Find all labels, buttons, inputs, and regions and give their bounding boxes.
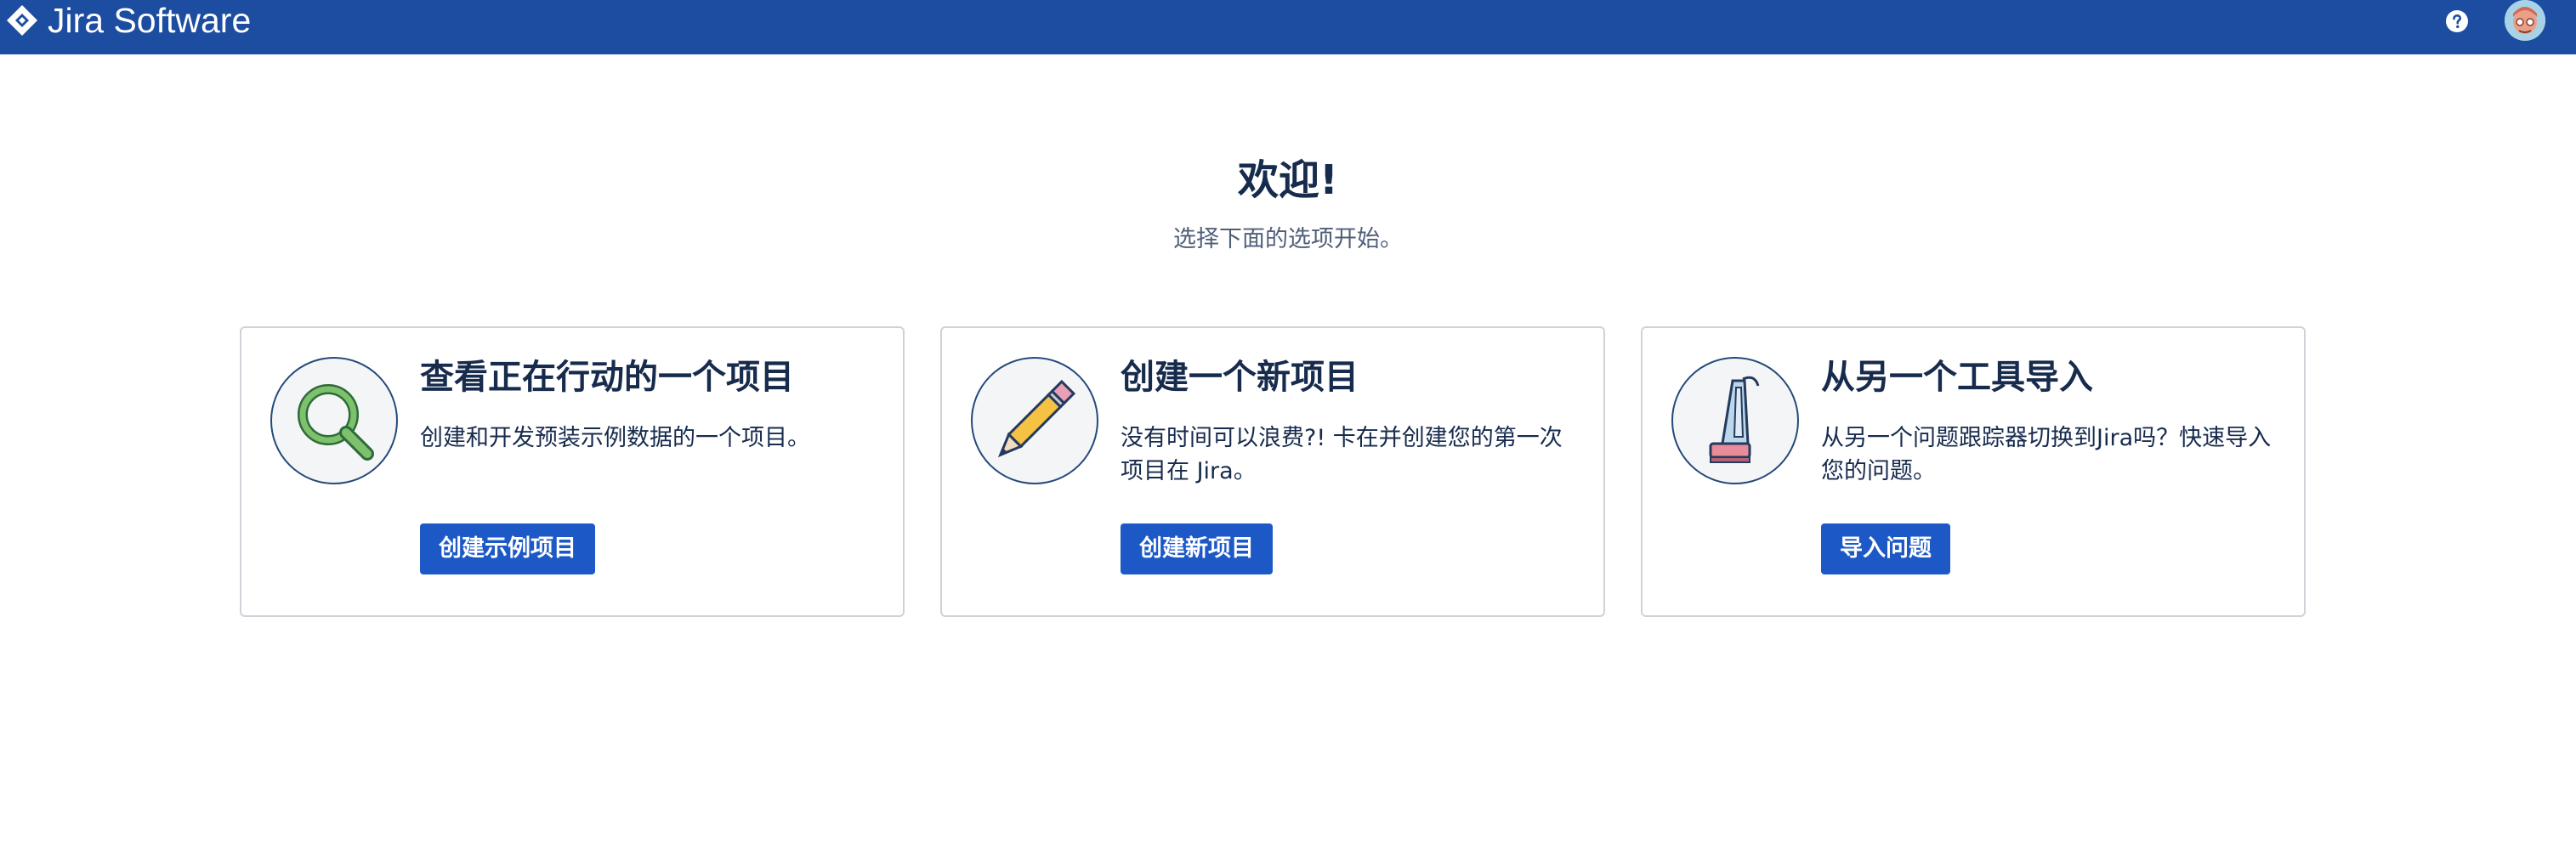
magnifier-icon [298,384,374,461]
vacuum-icon [1709,376,1760,463]
card-icon-wrapper [971,357,1098,484]
welcome-subtitle: 选择下面的选项开始。 [1173,226,1403,252]
jira-logo-link[interactable]: Jira Software [5,1,252,40]
help-icon[interactable] [2445,9,2469,33]
card-new-project: 创建一个新项目 没有时间可以浪费?! 卡在并创建您的第一次项目在 Jira。 创… [940,326,1605,617]
card-description: 创建和开发预装示例数据的一个项目。 [420,425,810,451]
welcome-title: 欢迎! [1238,156,1338,204]
create-new-project-button[interactable]: 创建新项目 [1121,523,1273,574]
top-navigation-bar: Jira Software [0,0,2576,54]
pencil-icon [997,379,1076,458]
create-sample-project-button[interactable]: 创建示例项目 [420,523,595,574]
card-import: 从另一个工具导入 从另一个问题跟踪器切换到Jira吗？快速导入您的问题。 导入问… [1641,326,2306,617]
user-avatar[interactable] [2505,0,2545,41]
import-issues-button[interactable]: 导入问题 [1821,523,1950,574]
app-name: Jira Software [48,1,252,40]
card-sample-project: 查看正在行动的一个项目 创建和开发预装示例数据的一个项目。 创建示例项目 [240,326,905,617]
avatar-icon [2505,0,2545,41]
card-title: 创建一个新项目 [1121,358,1359,397]
card-icon-wrapper [1671,357,1799,484]
card-description: 从另一个问题跟踪器切换到Jira吗？快速导入您的问题。 [1821,425,2272,484]
jira-diamond-logo-icon [7,5,37,36]
card-icon-wrapper [270,357,398,484]
card-title: 查看正在行动的一个项目 [420,358,794,397]
card-title: 从另一个工具导入 [1821,358,2093,397]
card-description: 没有时间可以浪费?! 卡在并创建您的第一次项目在 Jira。 [1121,425,1563,484]
